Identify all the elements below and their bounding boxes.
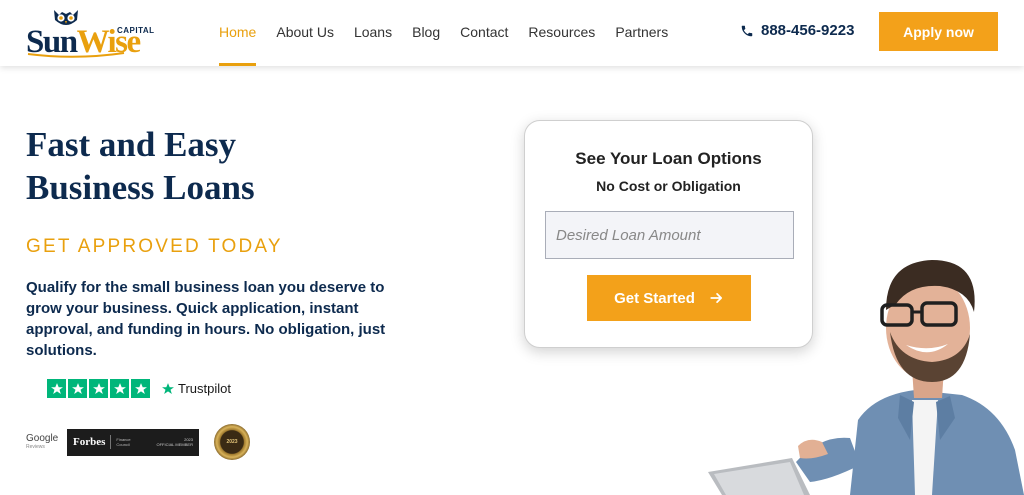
hero-title: Fast and Easy Business Loans bbox=[26, 123, 356, 209]
trust-badges: Google Reviews Forbes Finance Council 202… bbox=[26, 424, 250, 460]
award-seal-badge: 2023 bbox=[214, 424, 250, 460]
nav-loans[interactable]: Loans bbox=[354, 0, 392, 66]
site-header: SunWise CAPITAL Home About Us Loans Blog… bbox=[0, 0, 1024, 66]
trustpilot-logo: Trustpilot bbox=[161, 381, 231, 396]
hero-description: Qualify for the small business loan you … bbox=[26, 279, 386, 359]
phone-number: 888-456-9223 bbox=[761, 22, 855, 39]
trustpilot-label: Trustpilot bbox=[178, 381, 231, 396]
forbes-council-badge: Forbes Finance Council 2023 OFFICIAL MEMBE… bbox=[67, 428, 199, 456]
hero-title-line1: Fast and Easy bbox=[26, 125, 237, 164]
nav-home[interactable]: Home bbox=[219, 0, 257, 66]
phone-link[interactable]: 888-456-9223 bbox=[740, 22, 854, 39]
logo-swoosh bbox=[27, 52, 125, 58]
forbes-label: Forbes bbox=[73, 436, 106, 448]
forbes-council-text: Finance Council bbox=[116, 437, 131, 447]
nav-partners[interactable]: Partners bbox=[615, 0, 668, 66]
phone-icon bbox=[741, 25, 753, 36]
trustpilot-star-icon bbox=[162, 382, 174, 394]
star-icon bbox=[110, 379, 129, 398]
apply-now-button[interactable]: Apply now bbox=[879, 12, 998, 51]
google-reviews-badge: Google Reviews bbox=[26, 432, 59, 451]
star-icon bbox=[89, 379, 108, 398]
nav-about-us[interactable]: About Us bbox=[276, 0, 334, 66]
google-sub-label: Reviews bbox=[26, 443, 45, 450]
forbes-divider bbox=[110, 435, 112, 449]
nav-contact[interactable]: Contact bbox=[460, 0, 508, 66]
logo-capital-text: CAPITAL bbox=[117, 26, 155, 35]
forbes-member-text: 2023 OFFICIAL MEMBER bbox=[156, 437, 193, 447]
hero-title-line2: Business Loans bbox=[26, 168, 255, 207]
hero-subtitle: GET APPROVED TODAY bbox=[26, 236, 283, 257]
smiling-man-photo bbox=[708, 260, 1024, 495]
main-nav: Home About Us Loans Blog Contact Resourc… bbox=[219, 0, 688, 66]
get-started-label: Get Started bbox=[614, 289, 695, 307]
nav-blog[interactable]: Blog bbox=[412, 0, 440, 66]
card-title: See Your Loan Options bbox=[575, 149, 762, 168]
nav-resources[interactable]: Resources bbox=[528, 0, 595, 66]
google-label: Google bbox=[26, 432, 59, 444]
star-icon bbox=[131, 379, 150, 398]
sunwise-capital-logo[interactable]: SunWise CAPITAL bbox=[26, 8, 161, 60]
card-subtitle: No Cost or Obligation bbox=[596, 178, 741, 194]
star-icon bbox=[47, 379, 66, 398]
trustpilot-rating[interactable]: Trustpilot bbox=[47, 379, 231, 398]
star-icon bbox=[68, 379, 87, 398]
